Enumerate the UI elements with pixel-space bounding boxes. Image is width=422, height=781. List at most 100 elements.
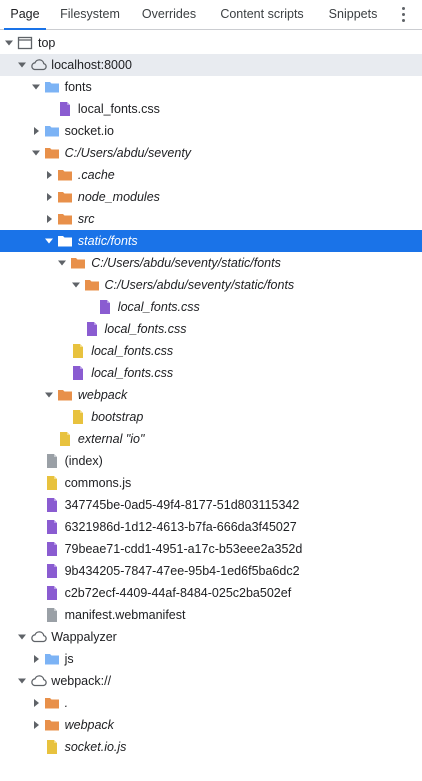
- tree-item-label: socket.io.js: [64, 740, 127, 754]
- tree-item[interactable]: static/fonts: [0, 230, 422, 252]
- folder-orange-icon: [84, 277, 100, 293]
- tree-item[interactable]: socket.io.js: [0, 736, 422, 758]
- tree-item[interactable]: local_fonts.css: [0, 296, 422, 318]
- triangle-down-icon[interactable]: [31, 148, 41, 158]
- tab-page[interactable]: Page: [4, 0, 46, 30]
- file-yellow-icon: [44, 475, 60, 491]
- triangle-right-icon[interactable]: [31, 654, 41, 664]
- tree-item-label: fonts: [64, 80, 92, 94]
- tree-item[interactable]: Wappalyzer: [0, 626, 422, 648]
- tree-item-label: 6321986d-1d12-4613-b7fa-666da3f45027: [64, 520, 297, 534]
- tree-item[interactable]: commons.js: [0, 472, 422, 494]
- triangle-down-icon[interactable]: [31, 82, 41, 92]
- folder-white-icon: [57, 233, 73, 249]
- cloud-icon: [30, 673, 48, 689]
- folder-orange-icon: [44, 695, 60, 711]
- triangle-right-icon[interactable]: [31, 720, 41, 730]
- folder-orange-icon: [44, 145, 60, 161]
- tree-item[interactable]: top: [0, 32, 422, 54]
- folder-blue-icon: [44, 79, 60, 95]
- tab-content-scripts[interactable]: Content scripts: [213, 0, 311, 29]
- file-purple-icon: [44, 519, 60, 535]
- tree-item[interactable]: node_modules: [0, 186, 422, 208]
- tree-item[interactable]: local_fonts.css: [0, 318, 422, 340]
- folder-blue-icon: [44, 651, 60, 667]
- tree-item[interactable]: C:/Users/abdu/seventy: [0, 142, 422, 164]
- triangle-down-icon[interactable]: [44, 390, 54, 400]
- tree-item[interactable]: local_fonts.css: [0, 362, 422, 384]
- tree-item-label: socket.io: [64, 124, 114, 138]
- tree-item[interactable]: local_fonts.css: [0, 340, 422, 362]
- tab-snippets[interactable]: Snippets: [322, 0, 384, 29]
- tree-item[interactable]: bootstrap: [0, 406, 422, 428]
- more-options-icon[interactable]: [395, 6, 413, 24]
- triangle-right-icon[interactable]: [44, 192, 54, 202]
- tree-item[interactable]: c2b72ecf-4409-44af-8484-025c2ba502ef: [0, 582, 422, 604]
- file-purple-icon: [84, 321, 100, 337]
- triangle-right-icon[interactable]: [31, 698, 41, 708]
- tree-item-label: webpack: [64, 718, 114, 732]
- cloud-icon: [30, 57, 48, 73]
- tree-item[interactable]: C:/Users/abdu/seventy/static/fonts: [0, 252, 422, 274]
- folder-orange-icon: [57, 167, 73, 183]
- tree-item-label: bootstrap: [91, 410, 144, 424]
- tree-item[interactable]: C:/Users/abdu/seventy/static/fonts: [0, 274, 422, 296]
- triangle-right-icon[interactable]: [44, 214, 54, 224]
- triangle-right-icon[interactable]: [31, 126, 41, 136]
- triangle-down-icon[interactable]: [17, 632, 27, 642]
- file-purple-icon: [97, 299, 113, 315]
- tree-item[interactable]: webpack://: [0, 670, 422, 692]
- triangle-down-icon[interactable]: [4, 38, 14, 48]
- tree-item-label: static/fonts: [77, 234, 138, 248]
- triangle-right-icon[interactable]: [44, 170, 54, 180]
- tree-item[interactable]: manifest.webmanifest: [0, 604, 422, 626]
- tree-item[interactable]: .cache: [0, 164, 422, 186]
- tree-item[interactable]: 9b434205-7847-47ee-95b4-1ed6f5ba6dc2: [0, 560, 422, 582]
- tree-item-label: C:/Users/abdu/seventy/static/fonts: [104, 278, 295, 292]
- tree-item[interactable]: (index): [0, 450, 422, 472]
- folder-orange-icon: [57, 189, 73, 205]
- tree-item-label: .: [64, 696, 69, 710]
- tree-item[interactable]: webpack: [0, 384, 422, 406]
- tree-item[interactable]: webpack: [0, 714, 422, 736]
- folder-orange-icon: [57, 387, 73, 403]
- tree-item[interactable]: js: [0, 648, 422, 670]
- tree-item-label: local_fonts.css: [77, 102, 160, 116]
- frame-icon: [17, 35, 33, 51]
- triangle-down-icon[interactable]: [17, 676, 27, 686]
- tree-item[interactable]: .: [0, 692, 422, 714]
- tree-item-label: Wappalyzer: [51, 630, 117, 644]
- triangle-down-icon[interactable]: [44, 236, 54, 246]
- triangle-down-icon[interactable]: [17, 60, 27, 70]
- tree-item-label: src: [77, 212, 95, 226]
- tab-filesystem[interactable]: Filesystem: [55, 0, 125, 29]
- file-gray-icon: [44, 607, 60, 623]
- triangle-down-icon[interactable]: [71, 280, 81, 290]
- tree-item-label: localhost:8000: [51, 58, 132, 72]
- tree-item[interactable]: 347745be-0ad5-49f4-8177-51d803115342: [0, 494, 422, 516]
- tree-item[interactable]: external "io": [0, 428, 422, 450]
- file-purple-icon: [57, 101, 73, 117]
- file-purple-icon: [44, 563, 60, 579]
- folder-orange-icon: [44, 717, 60, 733]
- folder-orange-icon: [57, 211, 73, 227]
- tree-item[interactable]: localhost:8000: [0, 54, 422, 76]
- tree-item-label: node_modules: [77, 190, 160, 204]
- file-yellow-icon: [57, 431, 73, 447]
- tree-item[interactable]: 6321986d-1d12-4613-b7fa-666da3f45027: [0, 516, 422, 538]
- triangle-down-icon[interactable]: [57, 258, 67, 268]
- file-purple-icon: [44, 585, 60, 601]
- sources-navigator-tabbar: Page Filesystem Overrides Content script…: [0, 0, 422, 30]
- tree-item-label: commons.js: [64, 476, 132, 490]
- file-yellow-icon: [70, 343, 86, 359]
- tree-item[interactable]: socket.io: [0, 120, 422, 142]
- tree-item-label: .cache: [77, 168, 115, 182]
- tree-item-label: js: [64, 652, 74, 666]
- tree-item[interactable]: 79beae71-cdd1-4951-a17c-b53eee2a352d: [0, 538, 422, 560]
- tree-item[interactable]: fonts: [0, 76, 422, 98]
- tree-item-label: top: [38, 36, 56, 50]
- tree-item-label: C:/Users/abdu/seventy/static/fonts: [91, 256, 281, 270]
- tab-overrides[interactable]: Overrides: [136, 0, 202, 29]
- tree-item[interactable]: src: [0, 208, 422, 230]
- tree-item[interactable]: local_fonts.css: [0, 98, 422, 120]
